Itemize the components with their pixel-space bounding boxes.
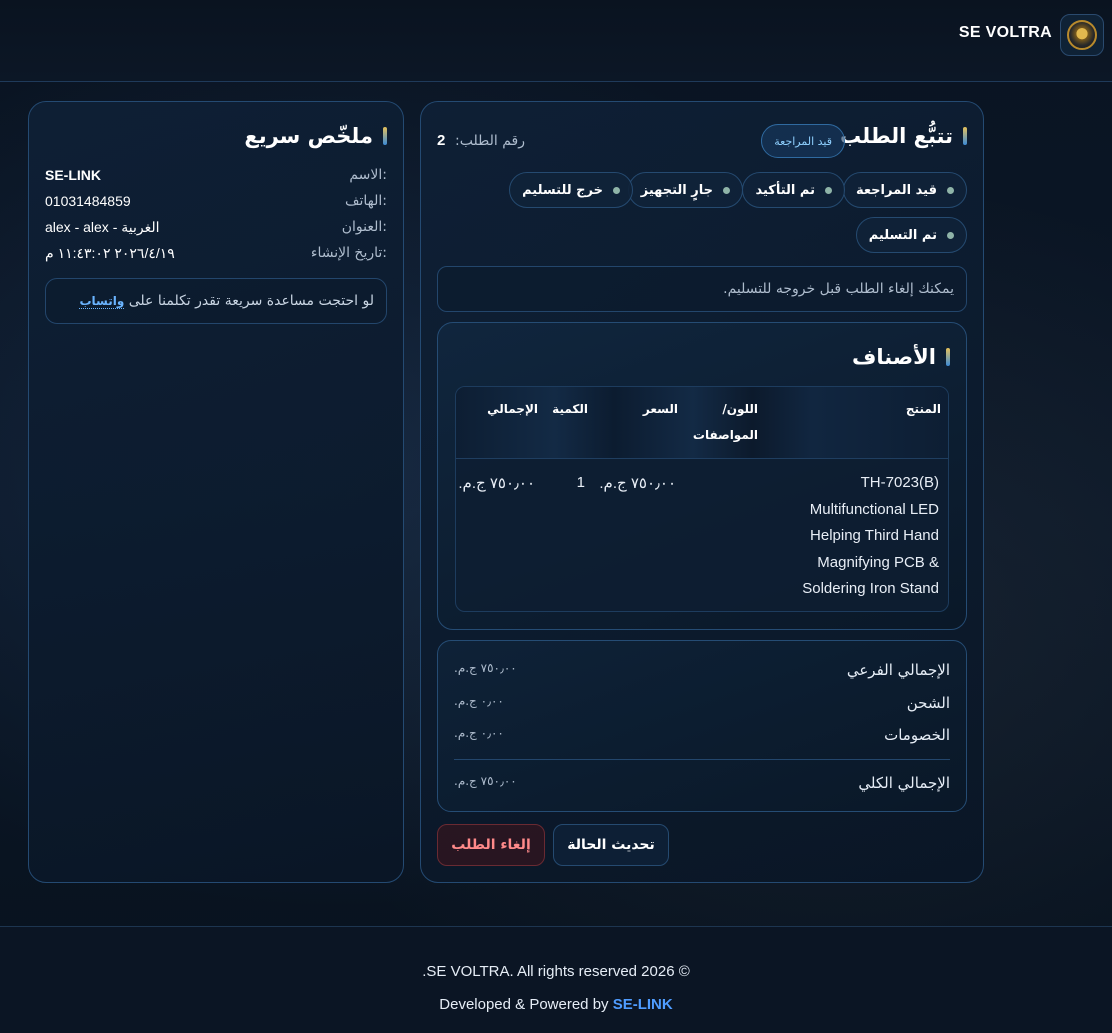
summary-label: الهاتف:: [345, 193, 387, 209]
summary-value: alex - alex - الغربية: [45, 219, 160, 235]
cancel-order-button[interactable]: إلغاء الطلب: [437, 824, 545, 866]
grand-total-label: الإجمالي الكلي: [858, 774, 950, 792]
step-out-for-delivery: خرج للتسليم: [509, 172, 633, 208]
step-preparing: جارٍ التجهيز: [627, 172, 743, 208]
cancel-note: يمكنك إلغاء الطلب قبل خروجه للتسليم.: [437, 266, 967, 312]
summary-row-phone: الهاتف: 01031484859: [45, 193, 387, 215]
item-price: ٧٥٠٫٠٠ ج.م.: [599, 475, 676, 492]
item-qty: 1: [576, 474, 585, 491]
step-confirmed: تم التأكيد: [742, 172, 845, 208]
powered-by-link[interactable]: SE-LINK: [613, 996, 673, 1013]
items-card: الأصناف المنتج اللون/ المواصفات السعر ال…: [437, 322, 967, 630]
product-line: Soldering Iron Stand: [802, 580, 939, 597]
order-tracking-panel: تتبُّع الطلب قيد المراجعة رقم الطلب: 2 ق…: [420, 101, 984, 883]
grand-total-value: ٧٥٠٫٠٠ ج.م.: [454, 774, 517, 788]
title-accent-bar: [946, 348, 950, 366]
product-line: Magnifying PCB &: [817, 554, 939, 571]
summary-value: SE-LINK: [45, 167, 101, 183]
status-dot-icon: [947, 231, 954, 239]
update-status-button[interactable]: تحديث الحالة: [553, 824, 669, 866]
step-delivered: تم التسليم: [855, 217, 967, 253]
summary-row-address: العنوان: alex - alex - الغربية: [45, 219, 387, 241]
status-dot-icon: [947, 186, 954, 194]
item-total: ٧٥٠٫٠٠ ج.م.: [458, 475, 535, 492]
items-table: المنتج اللون/ المواصفات السعر الكمية الإ…: [455, 386, 949, 612]
summary-value: 01031484859: [45, 193, 131, 209]
status-dot-icon: [723, 186, 730, 194]
copyright-text: .SE VOLTRA. All rights reserved 2026 ©: [422, 963, 690, 980]
shipping-row: الشحن ٠٫٠٠ ج.م.: [454, 694, 950, 716]
title-accent-bar: [383, 127, 387, 145]
summary-label: تاريخ الإنشاء:: [310, 245, 387, 261]
subtotal-label: الإجمالي الفرعي: [846, 661, 950, 679]
summary-value: ٢٠٢٦/٤/١٩ ١١:٤٣:٠٢ م: [45, 245, 175, 261]
product-line: Multifunctional LED: [809, 501, 939, 518]
help-text: لو احتجت مساعدة سريعة تقدر تكلمنا على: [128, 293, 374, 309]
shipping-value: ٠٫٠٠ ج.م.: [454, 694, 504, 708]
quick-summary-panel: ملخّص سريع الاسم: SE-LINK الهاتف: 010314…: [28, 101, 404, 883]
col-qty: الكمية: [552, 402, 588, 416]
order-number-label: رقم الطلب:: [455, 133, 525, 149]
discounts-row: الخصومات ٠٫٠٠ ج.م.: [454, 726, 950, 748]
discounts-value: ٠٫٠٠ ج.م.: [454, 726, 504, 740]
title-accent-bar: [963, 127, 967, 145]
order-number-value: 2: [437, 132, 446, 149]
summary-label: الاسم:: [349, 167, 387, 183]
summary-row-name: الاسم: SE-LINK: [45, 167, 387, 189]
subtotal-value: ٧٥٠٫٠٠ ج.م.: [454, 661, 517, 675]
brand-name[interactable]: SE VOLTRA: [959, 24, 1052, 42]
whatsapp-link[interactable]: واتساب: [79, 294, 125, 309]
items-title: الأصناف: [852, 345, 950, 369]
summary-title: ملخّص سريع: [244, 124, 387, 148]
summary-row-created: تاريخ الإنشاء: ٢٠٢٦/٤/١٩ ١١:٤٣:٠٢ م: [45, 245, 387, 267]
col-product: المنتج: [905, 402, 941, 416]
top-header: SE VOLTRA: [0, 0, 1112, 82]
page-footer: .SE VOLTRA. All rights reserved 2026 © D…: [0, 926, 1112, 1033]
logo-emblem-icon: [1067, 20, 1097, 50]
shipping-label: الشحن: [906, 694, 950, 712]
summary-label: العنوان:: [341, 219, 387, 235]
status-dot-icon: [613, 186, 620, 194]
brand-logo[interactable]: [1060, 14, 1104, 56]
product-line: TH-7023(B): [860, 474, 939, 491]
table-header: المنتج اللون/ المواصفات السعر الكمية الإ…: [456, 387, 948, 459]
powered-prefix: Developed & Powered by: [439, 996, 609, 1013]
totals-card: الإجمالي الفرعي ٧٥٠٫٠٠ ج.م. الشحن ٠٫٠٠ ج…: [437, 640, 967, 812]
col-total: الإجمالي: [487, 402, 538, 416]
tracking-title: تتبُّع الطلب: [840, 124, 967, 148]
col-color-line2: المواصفات: [692, 428, 758, 442]
col-price: السعر: [642, 402, 678, 416]
col-color-line1: اللون/: [722, 402, 758, 416]
status-dot-icon: [825, 186, 832, 194]
discounts-label: الخصومات: [884, 726, 950, 744]
grand-total-row: الإجمالي الكلي ٧٥٠٫٠٠ ج.م.: [454, 774, 950, 796]
help-box: لو احتجت مساعدة سريعة تقدر تكلمنا على وا…: [45, 278, 387, 324]
subtotal-row: الإجمالي الفرعي ٧٥٠٫٠٠ ج.م.: [454, 661, 950, 683]
product-line: Helping Third Hand: [810, 527, 939, 544]
totals-divider: [454, 759, 950, 760]
status-badge: قيد المراجعة: [761, 124, 845, 158]
step-under-review: قيد المراجعة: [842, 172, 967, 208]
powered-by: Developed & Powered by SE-LINK: [0, 996, 1112, 1013]
